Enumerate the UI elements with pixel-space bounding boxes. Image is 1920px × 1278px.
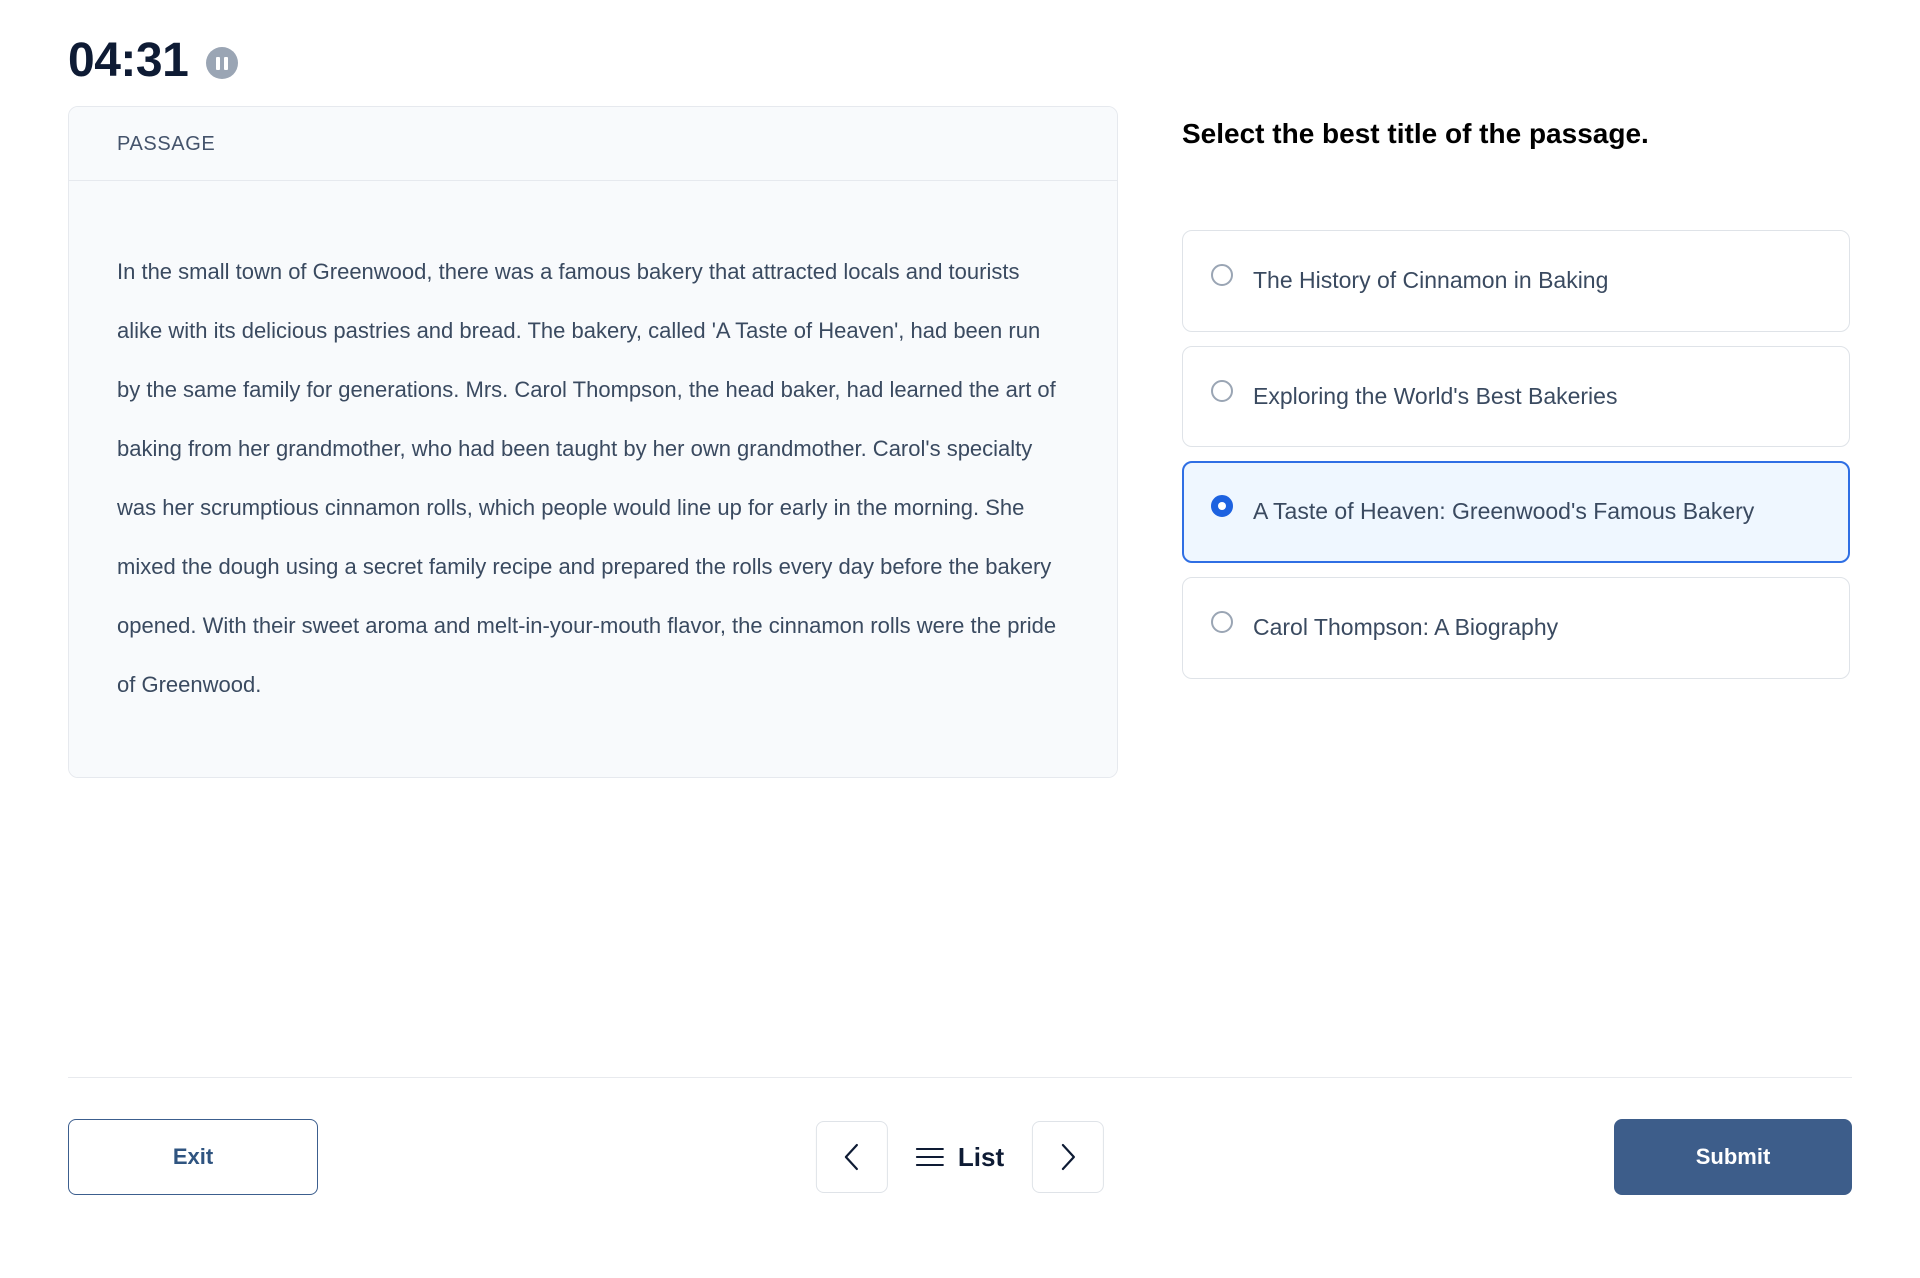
option-item-3[interactable]: A Taste of Heaven: Greenwood's Famous Ba… (1182, 461, 1850, 564)
question-list-button[interactable]: List (910, 1142, 1010, 1173)
option-label-2: Exploring the World's Best Bakeries (1253, 382, 1618, 409)
options-list: The History of Cinnamon in Baking Explor… (1182, 230, 1850, 679)
pause-icon[interactable] (206, 47, 239, 79)
option-label-4: Carol Thompson: A Biography (1253, 614, 1559, 641)
radio-icon-1[interactable] (1211, 264, 1233, 287)
next-question-button[interactable] (1032, 1121, 1105, 1193)
option-label-1: The History of Cinnamon in Baking (1253, 267, 1609, 294)
exit-button[interactable]: Exit (68, 1119, 318, 1195)
passage-header-label: PASSAGE (117, 133, 216, 155)
pause-bar-right (224, 56, 229, 70)
question-panel: Select the best title of the passage. Th… (1182, 106, 1850, 679)
chevron-left-icon (841, 1142, 863, 1172)
content-area: PASSAGE In the small town of Greenwood, … (68, 106, 1852, 778)
radio-icon-4[interactable] (1211, 611, 1233, 634)
pause-bar-left (216, 56, 221, 70)
passage-header: PASSAGE (69, 107, 1117, 181)
passage-text: In the small town of Greenwood, there wa… (117, 259, 1057, 697)
navigation-group: List (815, 1121, 1105, 1193)
prev-question-button[interactable] (815, 1121, 888, 1193)
footer-toolbar: Exit List Submit (68, 1118, 1852, 1196)
option-item-2[interactable]: Exploring the World's Best Bakeries (1182, 345, 1850, 448)
question-title: Select the best title of the passage. (1182, 118, 1649, 149)
countdown-timer: 04:31 (68, 34, 189, 87)
hamburger-icon (915, 1148, 944, 1166)
chevron-right-icon (1057, 1142, 1079, 1172)
footer-divider (68, 1077, 1852, 1078)
radio-dot-3 (1218, 502, 1226, 511)
list-button-label: List (957, 1141, 1005, 1172)
option-item-4[interactable]: Carol Thompson: A Biography (1182, 577, 1850, 679)
passage-body: In the small town of Greenwood, there wa… (69, 181, 1117, 777)
option-item-1[interactable]: The History of Cinnamon in Baking (1182, 230, 1850, 332)
quiz-screen: 04:31 PASSAGE In the small town of Green… (0, 0, 1920, 1278)
submit-button[interactable]: Submit (1614, 1119, 1852, 1195)
timer-bar: 04:31 (68, 0, 1852, 85)
radio-icon-3[interactable] (1211, 495, 1233, 518)
option-label-3: A Taste of Heaven: Greenwood's Famous Ba… (1253, 498, 1755, 525)
passage-panel: PASSAGE In the small town of Greenwood, … (68, 106, 1118, 778)
radio-icon-2[interactable] (1211, 379, 1233, 402)
